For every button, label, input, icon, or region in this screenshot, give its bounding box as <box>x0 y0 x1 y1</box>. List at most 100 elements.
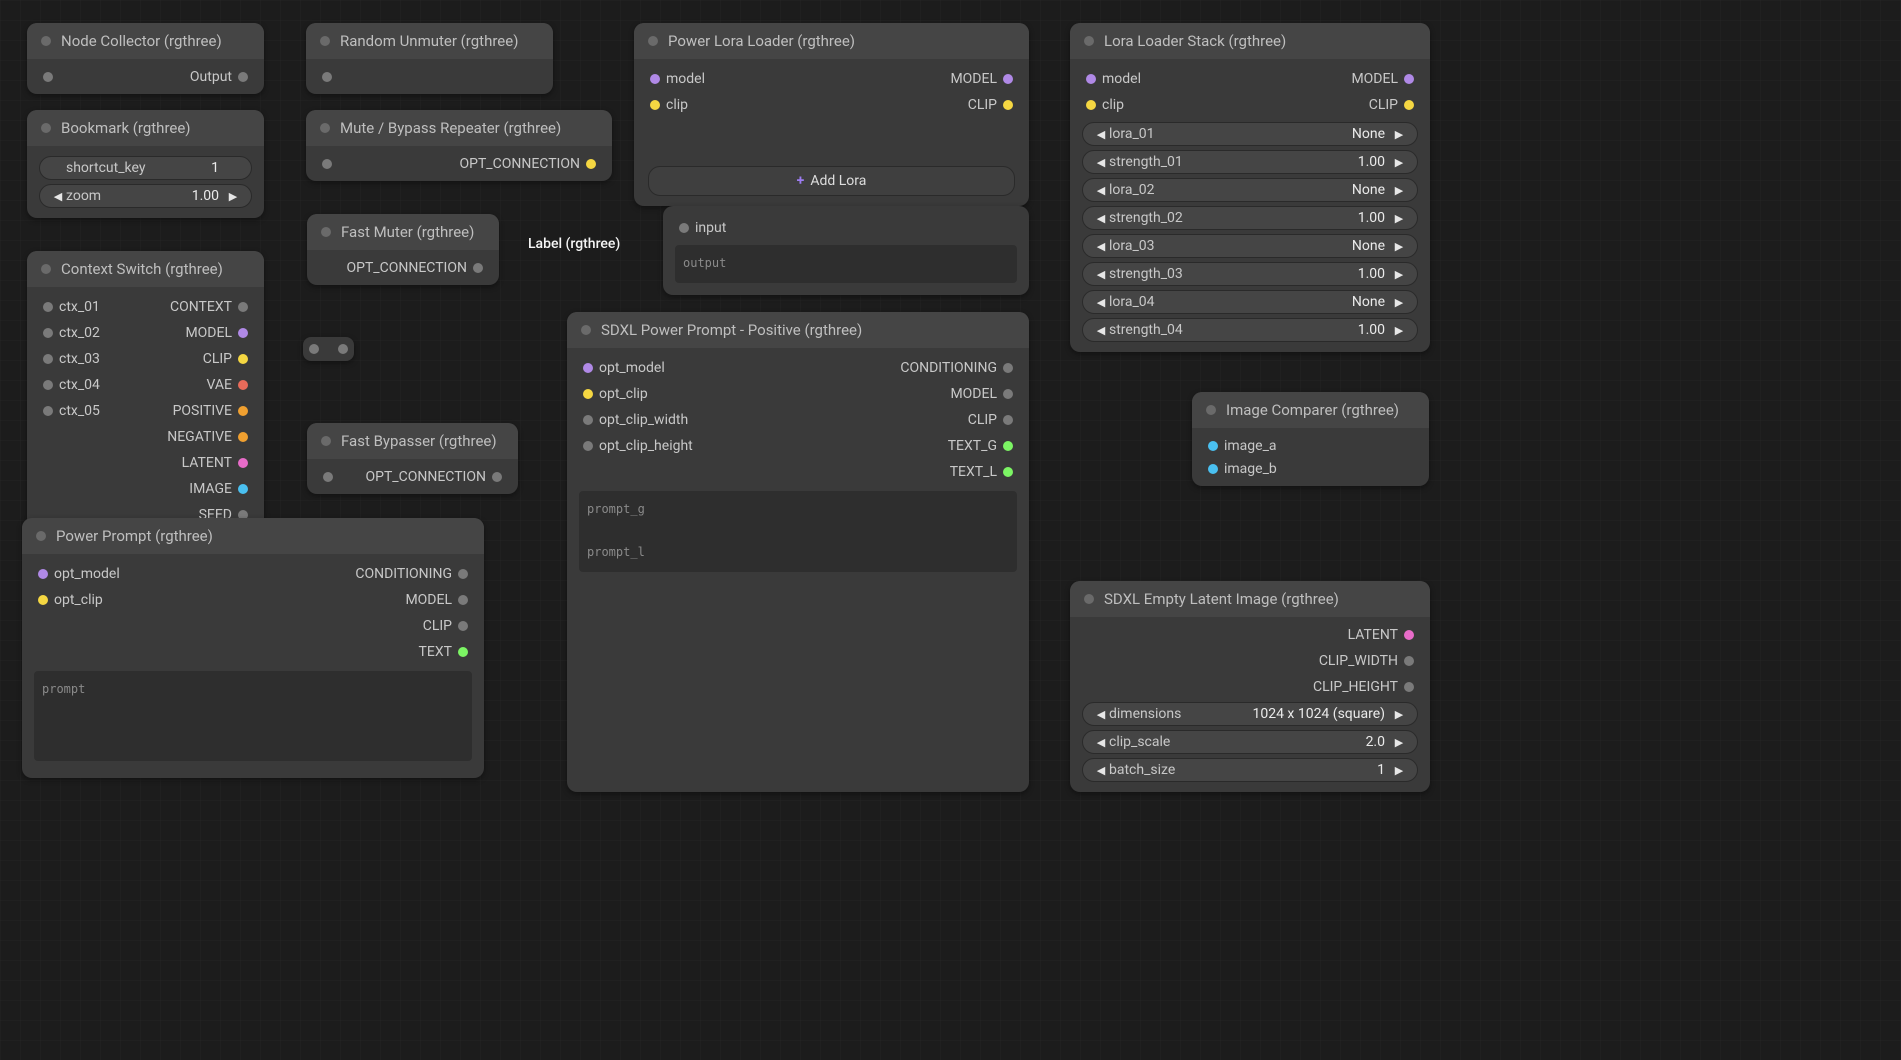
widget-strength_02[interactable]: ◀strength_021.00▶ <box>1082 206 1418 230</box>
input-socket[interactable] <box>309 344 319 354</box>
chevron-left-icon[interactable]: ◀ <box>1093 184 1109 197</box>
output-socket[interactable] <box>238 484 248 494</box>
node-title[interactable]: Image Comparer (rgthree) <box>1192 392 1429 428</box>
output-socket[interactable] <box>238 432 248 442</box>
input-socket[interactable] <box>43 302 53 312</box>
input-socket[interactable] <box>583 415 593 425</box>
chevron-right-icon[interactable]: ▶ <box>1391 240 1407 253</box>
output-socket[interactable] <box>1003 389 1013 399</box>
collapse-icon[interactable] <box>41 264 51 274</box>
prompt-textarea[interactable]: prompt_g prompt_l <box>579 491 1017 572</box>
output-socket[interactable] <box>458 621 468 631</box>
chevron-left-icon[interactable]: ◀ <box>1093 268 1109 281</box>
widget-lora_03[interactable]: ◀lora_03None▶ <box>1082 234 1418 258</box>
widget-dimensions[interactable]: ◀dimensions1024 x 1024 (square)▶ <box>1082 702 1418 726</box>
collapse-icon[interactable] <box>41 36 51 46</box>
node-context-switch[interactable]: Context Switch (rgthree) ctx_01ctx_02ctx… <box>27 251 264 534</box>
node-sdxl-empty-latent[interactable]: SDXL Empty Latent Image (rgthree) LATENT… <box>1070 581 1430 792</box>
input-socket[interactable] <box>38 569 48 579</box>
collapse-icon[interactable] <box>648 36 658 46</box>
node-mute-bypass-repeater[interactable]: Mute / Bypass Repeater (rgthree) OPT_CON… <box>306 110 612 181</box>
chevron-right-icon[interactable]: ▶ <box>1391 764 1407 777</box>
output-socket[interactable] <box>238 302 248 312</box>
chevron-right-icon[interactable]: ▶ <box>1391 324 1407 337</box>
input-socket-clip[interactable] <box>1086 100 1096 110</box>
output-socket-model[interactable] <box>1003 74 1013 84</box>
collapse-icon[interactable] <box>581 325 591 335</box>
node-title[interactable]: Power Prompt (rgthree) <box>22 518 484 554</box>
output-socket[interactable] <box>238 406 248 416</box>
widget-strength_03[interactable]: ◀strength_031.00▶ <box>1082 262 1418 286</box>
output-socket[interactable] <box>238 380 248 390</box>
node-any-input[interactable]: input output <box>663 206 1029 295</box>
chevron-left-icon[interactable]: ◀ <box>1093 240 1109 253</box>
widget-batch_size[interactable]: ◀batch_size1▶ <box>1082 758 1418 782</box>
node-power-lora-loader[interactable]: Power Lora Loader (rgthree) model clip M… <box>634 23 1029 206</box>
output-socket[interactable] <box>238 328 248 338</box>
collapse-icon[interactable] <box>1084 36 1094 46</box>
output-socket[interactable] <box>458 595 468 605</box>
input-socket-model[interactable] <box>650 74 660 84</box>
node-image-comparer[interactable]: Image Comparer (rgthree) image_aimage_b <box>1192 392 1429 486</box>
output-socket[interactable] <box>1003 363 1013 373</box>
output-socket[interactable] <box>1404 682 1414 692</box>
input-socket[interactable] <box>43 328 53 338</box>
widget-lora_02[interactable]: ◀lora_02None▶ <box>1082 178 1418 202</box>
chevron-left-icon[interactable]: ◀ <box>1093 764 1109 777</box>
input-socket[interactable] <box>38 595 48 605</box>
node-random-unmuter[interactable]: Random Unmuter (rgthree) <box>306 23 553 94</box>
input-socket[interactable] <box>583 363 593 373</box>
chevron-right-icon[interactable]: ▶ <box>1391 296 1407 309</box>
widget-lora_01[interactable]: ◀lora_01None▶ <box>1082 122 1418 146</box>
node-title[interactable]: SDXL Empty Latent Image (rgthree) <box>1070 581 1430 617</box>
node-power-prompt[interactable]: Power Prompt (rgthree) opt_modelopt_clip… <box>22 518 484 778</box>
output-socket[interactable] <box>1003 415 1013 425</box>
input-socket[interactable] <box>322 159 332 169</box>
input-socket[interactable] <box>43 354 53 364</box>
widget-strength_04[interactable]: ◀strength_041.00▶ <box>1082 318 1418 342</box>
node-fast-bypasser[interactable]: Fast Bypasser (rgthree) OPT_CONNECTION <box>307 423 518 494</box>
output-socket[interactable] <box>238 354 248 364</box>
chevron-right-icon[interactable]: ▶ <box>1391 184 1407 197</box>
widget-clip_scale[interactable]: ◀clip_scale2.0▶ <box>1082 730 1418 754</box>
chevron-right-icon[interactable]: ▶ <box>1391 128 1407 141</box>
collapse-icon[interactable] <box>320 36 330 46</box>
add-lora-button[interactable]: + Add Lora <box>648 166 1015 196</box>
chevron-left-icon[interactable]: ◀ <box>1093 128 1109 141</box>
chevron-right-icon[interactable]: ▶ <box>1391 736 1407 749</box>
free-label[interactable]: Label (rgthree) <box>528 236 620 252</box>
input-socket[interactable] <box>583 441 593 451</box>
output-socket[interactable] <box>1003 441 1013 451</box>
node-title[interactable]: Node Collector (rgthree) <box>27 23 264 59</box>
output-socket[interactable] <box>473 263 483 273</box>
chevron-left-icon[interactable]: ◀ <box>1093 708 1109 721</box>
chevron-left-icon[interactable]: ◀ <box>1093 296 1109 309</box>
chevron-left-icon[interactable]: ◀ <box>1093 212 1109 225</box>
node-title[interactable]: Lora Loader Stack (rgthree) <box>1070 23 1430 59</box>
input-socket[interactable] <box>43 72 53 82</box>
node-title[interactable]: Bookmark (rgthree) <box>27 110 264 146</box>
output-socket-clip[interactable] <box>1003 100 1013 110</box>
collapse-icon[interactable] <box>320 123 330 133</box>
output-socket[interactable] <box>586 159 596 169</box>
node-title[interactable]: Power Lora Loader (rgthree) <box>634 23 1029 59</box>
chevron-right-icon[interactable]: ▶ <box>1391 268 1407 281</box>
chevron-left-icon[interactable]: ◀ <box>50 190 66 203</box>
input-socket[interactable] <box>679 223 689 233</box>
chevron-left-icon[interactable]: ◀ <box>1093 324 1109 337</box>
prompt-textarea[interactable]: prompt <box>34 671 472 761</box>
widget-strength_01[interactable]: ◀strength_011.00▶ <box>1082 150 1418 174</box>
node-title[interactable]: Context Switch (rgthree) <box>27 251 264 287</box>
chevron-right-icon[interactable]: ▶ <box>225 190 241 203</box>
node-reroute[interactable] <box>303 337 354 361</box>
collapse-icon[interactable] <box>41 123 51 133</box>
input-socket[interactable] <box>43 380 53 390</box>
output-socket[interactable] <box>1404 630 1414 640</box>
widget-shortcut_key[interactable]: shortcut_key1 <box>39 156 252 180</box>
input-socket[interactable] <box>1208 464 1218 474</box>
input-socket[interactable] <box>322 72 332 82</box>
chevron-right-icon[interactable]: ▶ <box>1391 156 1407 169</box>
input-socket[interactable] <box>43 406 53 416</box>
node-bookmark[interactable]: Bookmark (rgthree) shortcut_key1◀zoom1.0… <box>27 110 264 218</box>
chevron-right-icon[interactable]: ▶ <box>1391 212 1407 225</box>
